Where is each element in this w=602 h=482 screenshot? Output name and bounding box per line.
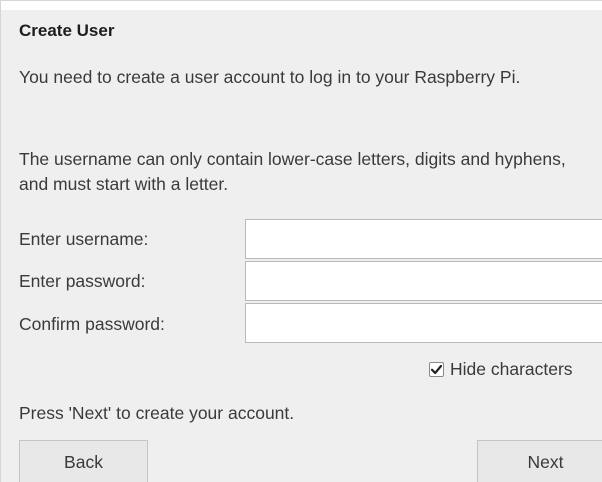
username-rules-text: The username can only contain lower-case… <box>19 149 566 194</box>
checkmark-icon <box>430 364 443 374</box>
hide-characters-checkbox[interactable] <box>429 361 444 377</box>
intro-text: You need to create a user account to log… <box>19 67 521 87</box>
confirm-password-input[interactable] <box>245 303 602 343</box>
top-strip <box>1 1 602 10</box>
password-label: Enter password: <box>19 271 146 291</box>
next-button[interactable]: Next <box>477 440 602 482</box>
back-button[interactable]: Back <box>19 440 148 482</box>
hide-characters-label: Hide characters <box>450 358 573 379</box>
footer-instruction: Press 'Next' to create your account. <box>19 403 295 423</box>
hide-characters-row[interactable]: Hide characters <box>429 358 573 380</box>
username-input[interactable] <box>245 219 602 259</box>
username-label: Enter username: <box>19 229 149 249</box>
dialog-title: Create User <box>19 21 115 40</box>
password-input[interactable] <box>245 261 602 301</box>
confirm-password-label: Confirm password: <box>19 314 165 334</box>
create-user-dialog: Create User You need to create a user ac… <box>0 0 602 482</box>
